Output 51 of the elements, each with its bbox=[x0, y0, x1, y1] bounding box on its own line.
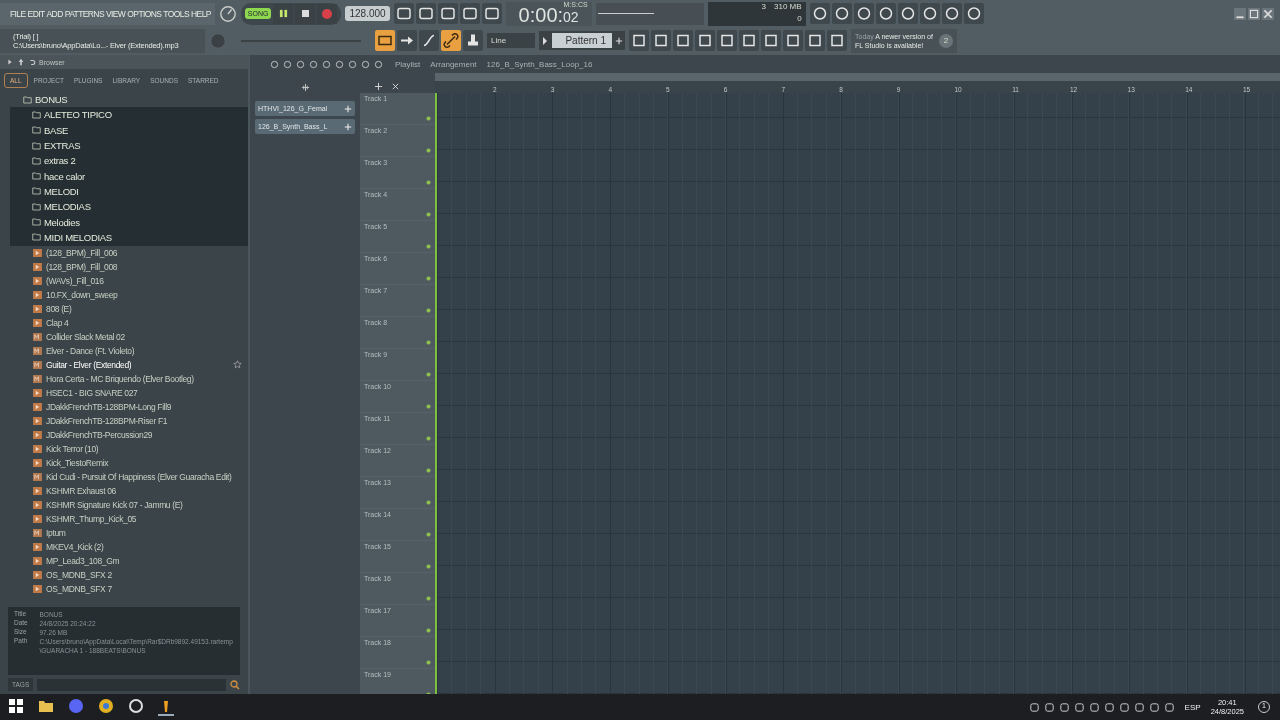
sample-item[interactable]: JDakkFrenchTB-Percussion29 bbox=[0, 427, 248, 442]
tempo-display[interactable]: 128.000 bbox=[345, 6, 390, 21]
sample-item[interactable]: Kid Cudi - Pursuit Of Happiness (Elver Guaracha Edit) bbox=[0, 469, 248, 484]
menu-item[interactable]: TOOLS bbox=[163, 8, 190, 19]
sample-item[interactable]: HSEC1 - BIG SNARE 027 bbox=[0, 385, 248, 400]
cpu-monitor: 3 310 MB 0 bbox=[707, 1, 806, 26]
sample-item[interactable]: Iptum bbox=[0, 525, 248, 540]
menu-item[interactable]: ADD bbox=[46, 8, 63, 19]
menu-item[interactable]: VIEW bbox=[105, 8, 126, 19]
sample-item[interactable]: OS_MDNB_SFX 2 bbox=[0, 567, 248, 582]
sample-item[interactable]: Kick_TiestoRemix bbox=[0, 455, 248, 470]
sample-item[interactable]: (128_BPM)_Fill_008 bbox=[0, 259, 248, 274]
sample-item[interactable]: Clap 4 bbox=[0, 315, 248, 330]
sample-item[interactable]: (WAVs)_Fill_016 bbox=[0, 273, 248, 288]
sample-item[interactable]: Guitar - Elver (Extended) bbox=[0, 357, 248, 372]
sample-item[interactable]: MKEV4_Kick (2) bbox=[0, 539, 248, 554]
sample-item[interactable]: KSHMR Signature Kick 07 - Jammu (E) bbox=[0, 497, 248, 512]
folder-item[interactable]: MIDI MELODIAS bbox=[10, 229, 248, 245]
sample-item[interactable]: 10.FX_down_sweep bbox=[0, 287, 248, 302]
folder-item[interactable]: hace calor bbox=[10, 168, 248, 184]
sample-item[interactable]: KSHMR_Thump_Kick_05 bbox=[0, 511, 248, 526]
sample-item[interactable]: Collider Slack Metal 02 bbox=[0, 329, 248, 344]
menu-item[interactable]: EDIT bbox=[27, 8, 45, 19]
sample-item[interactable]: OS_MDNB_SFX 7 bbox=[0, 581, 248, 596]
breadcrumb-item[interactable]: Arrangement bbox=[430, 59, 477, 69]
sample-item[interactable]: Elver - Dance (Ft. Violeto) bbox=[0, 343, 248, 358]
language-indicator[interactable]: ESP bbox=[1184, 702, 1201, 712]
folder-item[interactable]: BASE bbox=[10, 122, 248, 138]
sample-item[interactable]: Kick Terror (10) bbox=[0, 441, 248, 456]
menu-item[interactable]: PATTERNS bbox=[64, 8, 104, 19]
menu-item[interactable]: FILE bbox=[10, 8, 26, 19]
sample-item[interactable]: 808 (E) bbox=[0, 301, 248, 316]
folder-item[interactable]: EXTRAS bbox=[10, 137, 248, 154]
breadcrumb-item[interactable]: 126_B_Synth_Bass_Loop_16 bbox=[486, 59, 593, 69]
menu-item[interactable]: OPTIONS bbox=[127, 8, 162, 19]
sample-item[interactable]: JDakkFrenchTB-128BPM-Long Fill9 bbox=[0, 399, 248, 414]
breadcrumb-item[interactable]: Playlist bbox=[395, 59, 421, 69]
sample-item[interactable]: KSHMR Exhaust 06 bbox=[0, 483, 248, 498]
snap-dropdown[interactable]: Line bbox=[487, 33, 535, 48]
pattern-selector[interactable]: Pattern 1 bbox=[539, 31, 625, 50]
folder-item[interactable]: Melodies bbox=[10, 214, 248, 230]
folder-item[interactable]: extras 2 bbox=[10, 153, 248, 169]
sample-item[interactable]: (128_BPM)_Fill_006 bbox=[0, 245, 248, 260]
menu-item[interactable]: HELP bbox=[191, 8, 211, 19]
globe-badge[interactable]: 2 bbox=[939, 33, 953, 48]
sample-item[interactable]: JDakkFrenchTB-128BPM-Riser F1 bbox=[0, 413, 248, 428]
sample-item[interactable]: Hora Certa - MC Briquendo (Elver Bootleg) bbox=[0, 371, 248, 386]
sample-item[interactable]: MP_Lead3_108_Gm bbox=[0, 553, 248, 568]
folder-item[interactable]: ALETEO TIPICO bbox=[10, 107, 248, 123]
folder-item[interactable]: MELODIAS bbox=[10, 199, 248, 215]
folder-item[interactable]: MELODI bbox=[10, 183, 248, 200]
